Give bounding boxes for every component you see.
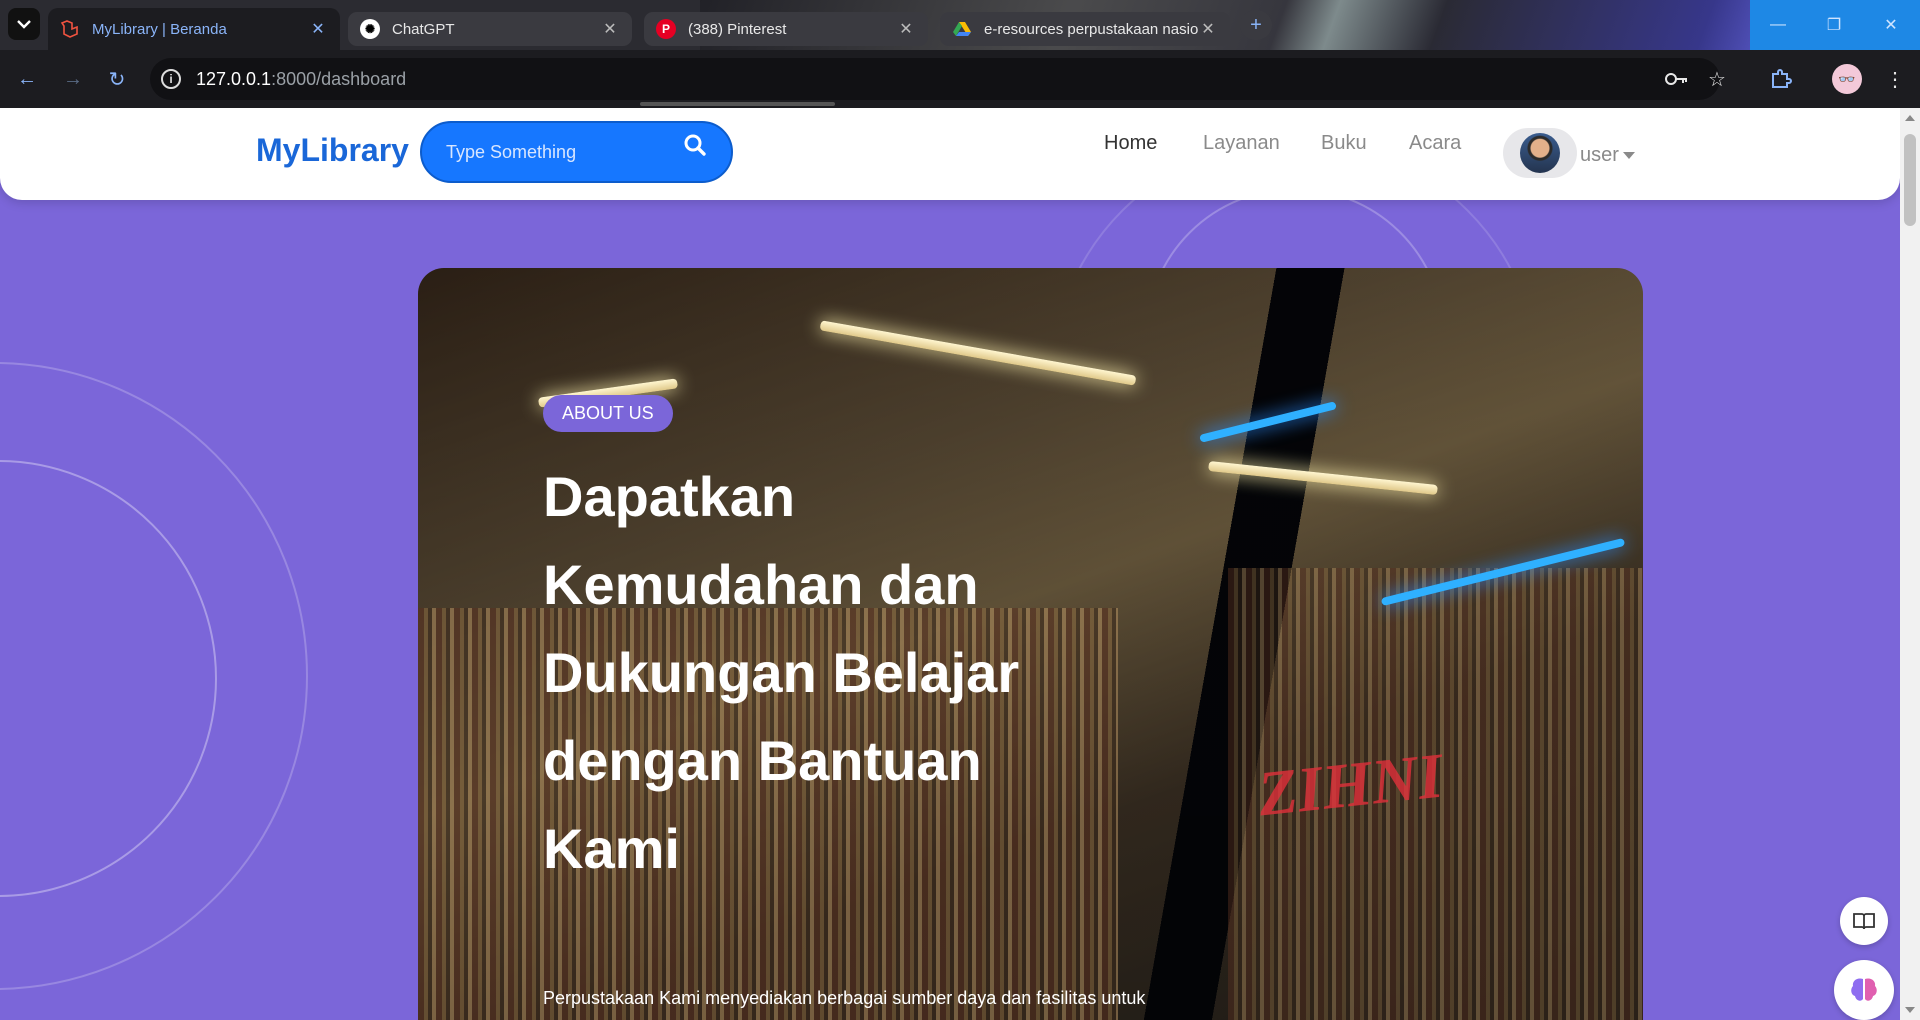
forward-button[interactable]: →: [56, 62, 90, 96]
hero-banner: ZIHNI ABOUT US Dapatkan Kemudahan dan Du…: [418, 268, 1643, 1020]
info-icon: i: [161, 69, 181, 89]
site-navbar: MyLibrary Home Layanan Buku Acara user: [0, 108, 1900, 200]
user-photo: [1520, 133, 1560, 173]
extensions-icon[interactable]: [1766, 64, 1796, 94]
close-icon[interactable]: ✕: [896, 19, 916, 39]
browser-menu-icon[interactable]: ⋮: [1880, 64, 1910, 94]
nav-layanan[interactable]: Layanan: [1203, 132, 1280, 155]
chevron-down-icon: [17, 20, 31, 29]
new-tab-button[interactable]: +: [1240, 10, 1272, 40]
tab-title: (388) Pinterest: [688, 20, 787, 38]
address-bar[interactable]: i 127.0.0.1:8000/dashboard: [150, 58, 1720, 100]
bookmark-star-icon[interactable]: ☆: [1702, 64, 1732, 94]
reader-mode-button[interactable]: [1840, 897, 1888, 945]
tab-title: ChatGPT: [392, 20, 455, 38]
plus-icon: +: [1250, 13, 1262, 36]
close-icon: ✕: [1884, 17, 1898, 34]
close-icon[interactable]: ✕: [308, 19, 328, 39]
nav-home[interactable]: Home: [1104, 132, 1157, 155]
back-button[interactable]: ←: [10, 62, 44, 96]
ai-assistant-button[interactable]: [1834, 960, 1894, 1020]
hero-description: Perpustakaan Kami menyediakan berbagai s…: [543, 988, 1146, 1008]
close-window-button[interactable]: ✕: [1862, 0, 1920, 50]
arrow-right-icon: →: [63, 67, 83, 90]
user-avatar[interactable]: [1503, 128, 1577, 178]
restore-icon: ❐: [1826, 17, 1842, 34]
about-us-badge: ABOUT US: [543, 395, 673, 432]
minimize-button[interactable]: —: [1750, 0, 1806, 50]
scroll-down-icon[interactable]: [1905, 1007, 1915, 1013]
tab-chatgpt[interactable]: ✺ ChatGPT ✕: [348, 12, 632, 46]
close-icon[interactable]: ✕: [600, 19, 620, 39]
drive-icon: [952, 19, 972, 39]
url-host: 127.0.0.1: [196, 68, 272, 89]
search-box: [420, 121, 733, 183]
search-input[interactable]: [446, 141, 683, 163]
url-path: :8000/dashboard: [271, 68, 407, 89]
tab-mylibrary[interactable]: MyLibrary | Beranda ✕: [48, 8, 340, 50]
tab-pinterest[interactable]: P (388) Pinterest ✕: [644, 12, 928, 46]
chatgpt-icon: ✺: [360, 19, 380, 39]
book-open-icon: [1853, 913, 1875, 930]
pinterest-icon: P: [656, 19, 676, 39]
reload-button[interactable]: ↻: [100, 62, 134, 96]
page-scrollbar[interactable]: [1900, 108, 1920, 1020]
ceiling-lamp: [819, 320, 1137, 386]
scroll-up-icon[interactable]: [1905, 115, 1915, 121]
user-label: user: [1580, 144, 1619, 166]
tab-title: e-resources perpustakaan nasio: [984, 20, 1198, 38]
caret-down-icon: [1622, 152, 1635, 159]
nav-buku[interactable]: Buku: [1321, 132, 1367, 155]
site-logo[interactable]: MyLibrary: [256, 132, 409, 169]
url-text[interactable]: 127.0.0.1:8000/dashboard: [196, 69, 406, 90]
restore-button[interactable]: ❐: [1806, 0, 1862, 50]
minimize-icon: —: [1770, 16, 1786, 33]
profile-avatar[interactable]: 👓: [1832, 64, 1862, 94]
site-info-button[interactable]: i: [150, 69, 192, 89]
nav-acara[interactable]: Acara: [1409, 132, 1461, 155]
reload-icon: ↻: [108, 68, 126, 91]
laravel-icon: [60, 19, 80, 39]
decorative-ring: [0, 362, 308, 990]
user-dropdown[interactable]: user: [1580, 144, 1635, 167]
ceiling-lamp: [1208, 461, 1438, 495]
close-icon[interactable]: ✕: [1198, 19, 1218, 39]
password-key-icon[interactable]: [1662, 64, 1692, 94]
brain-icon: [1851, 978, 1877, 1001]
browser-tab-strip: MyLibrary | Beranda ✕ ✺ ChatGPT ✕ P (388…: [0, 0, 1920, 50]
scrollbar-thumb[interactable]: [1904, 134, 1916, 226]
profile-glasses-icon: 👓: [1838, 70, 1856, 87]
page-viewport: MyLibrary Home Layanan Buku Acara user Z…: [0, 108, 1920, 1020]
tab-scroll-indicator: [640, 102, 835, 106]
hero-headline: Dapatkan Kemudahan dan Dukungan Belajar …: [543, 465, 1020, 880]
tab-e-resources[interactable]: e-resources perpustakaan nasio ✕: [940, 12, 1230, 46]
tab-title: MyLibrary | Beranda: [92, 20, 227, 38]
blue-neon-light: [1199, 401, 1337, 443]
search-icon[interactable]: [683, 133, 709, 159]
tab-search-button[interactable]: [8, 8, 40, 40]
arrow-left-icon: ←: [17, 67, 37, 90]
